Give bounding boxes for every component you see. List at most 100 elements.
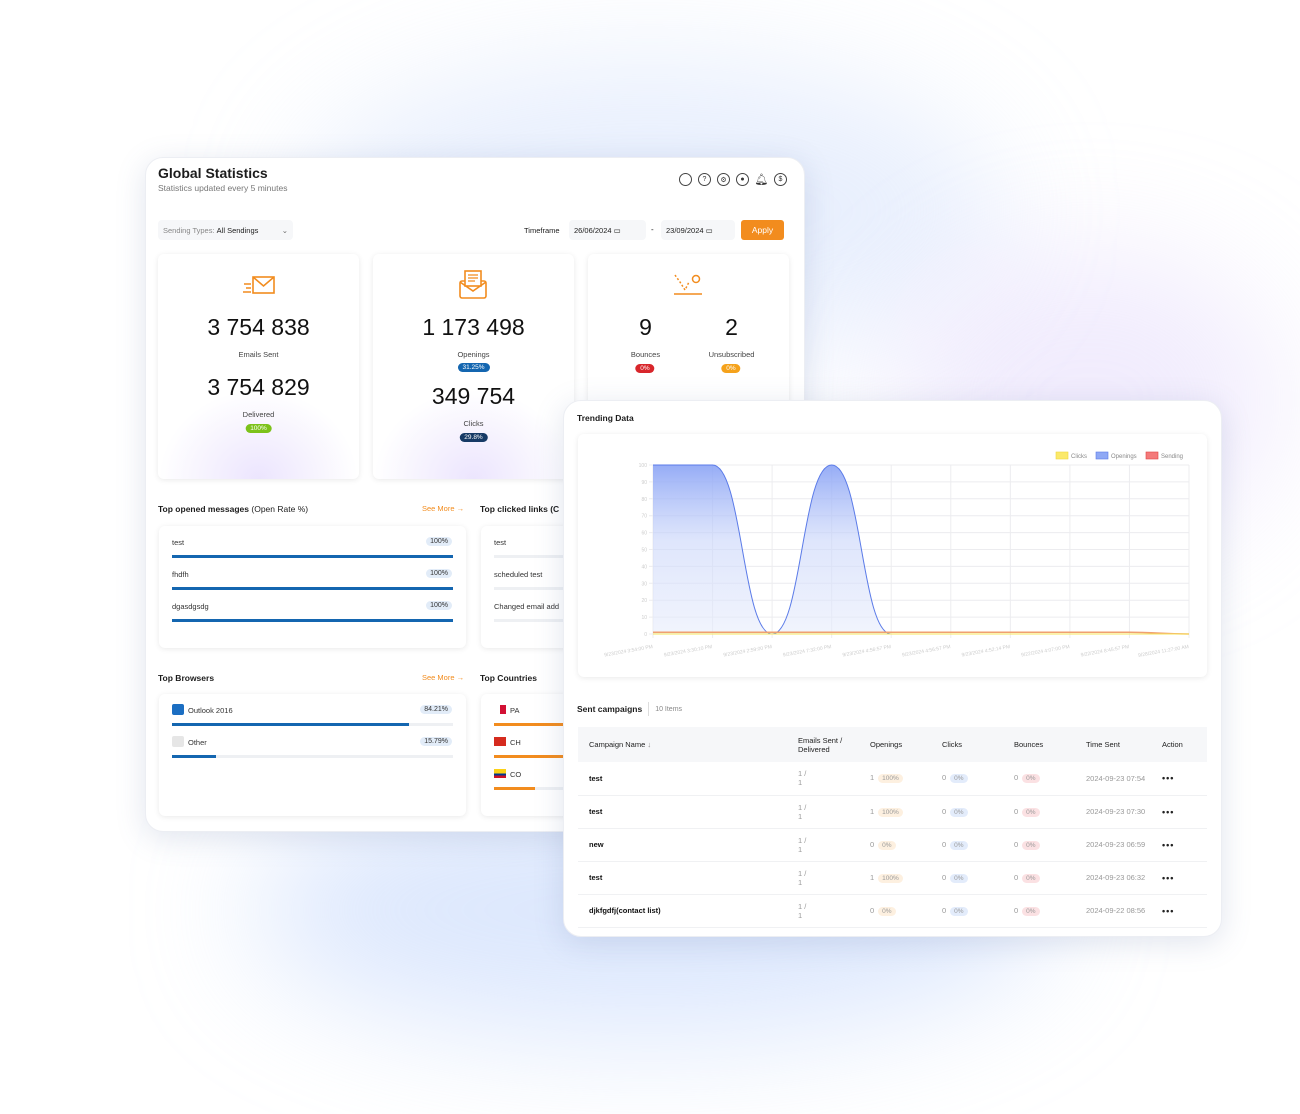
openings-count: 0 (870, 839, 875, 849)
emails-sent: 1 / (798, 802, 807, 812)
x-tick-label: 9/23/2024 3:30:10 PM (663, 644, 713, 658)
more-actions-button[interactable]: ••• (1162, 762, 1207, 796)
campaign-name[interactable]: djkfgdfj(contact list) (578, 894, 798, 928)
chevron-down-icon: ⌄ (281, 225, 288, 235)
column-openings: Openings (870, 727, 942, 762)
campaign-name[interactable]: new (578, 828, 798, 862)
list-item-label: test (172, 538, 185, 547)
bounce-icon (674, 274, 702, 295)
list-item-label: PA (510, 706, 520, 715)
x-tick-label: 9/23/2024 3:54:00 PM (604, 644, 654, 658)
table-row[interactable]: test 1 /1 1 100% 0 0% 0 0% 2024-09-23 07:54… (578, 762, 1207, 796)
more-actions-button[interactable]: ••• (1162, 861, 1207, 895)
progress-bar (172, 755, 453, 758)
emails-sent: 1 / (798, 868, 807, 878)
openings-count: 1 (870, 806, 875, 816)
apply-button[interactable]: Apply (741, 220, 784, 240)
table-row[interactable]: djkfgdfj(contact list) 1 /1 0 0% 0 0% 0 0% … (578, 894, 1207, 928)
percent-badge: 84.21% (420, 705, 452, 714)
delivered-label: Delivered (242, 410, 275, 419)
date-to-input[interactable]: 23/09/2024 ▭ (661, 220, 735, 240)
y-tick-label: 90 (641, 480, 647, 486)
bounces-count: 0 (1014, 773, 1019, 783)
x-tick-label: 9/23/2024 2:59:00 PM (723, 644, 773, 658)
column-bounces: Bounces (1014, 727, 1086, 762)
bounces-count: 0 (1014, 839, 1019, 849)
delivered-value: 3 754 829 (207, 374, 310, 400)
column-campaign-name[interactable]: Campaign Name ↓ (578, 727, 798, 762)
legend-label-sending: Sending (1161, 454, 1183, 460)
bounces-pct: 0% (1022, 774, 1040, 784)
campaign-name[interactable]: test (578, 795, 798, 829)
see-more-label: See More (422, 504, 455, 513)
sending-types-label: Sending Types: (163, 225, 215, 235)
y-tick-label: 70 (641, 514, 647, 520)
user-icon[interactable]: ● (736, 173, 749, 186)
openings-pct: 0% (878, 840, 896, 850)
list-item-label: Changed email add (494, 602, 560, 611)
top-browsers-see-more-link[interactable]: See More → (422, 673, 464, 682)
flag-icon (494, 705, 506, 714)
list-item-label: Outlook 2016 (188, 706, 233, 715)
progress-bar (172, 619, 453, 622)
unsubscribed-label: Unsubscribed (708, 350, 755, 359)
sent-campaigns-header: Sent campaigns 10 Items (577, 702, 682, 716)
openings-card: 1 173 498 Openings 31.25% 349 754 Clicks… (373, 254, 574, 479)
column-time-sent: Time Sent (1086, 727, 1162, 762)
x-tick-label: 9/23/2024 4:56:57 PM (842, 644, 892, 658)
calendar-icon: ▭ (705, 225, 713, 235)
trending-panel: Trending Data 0 10 20 30 40 50 60 70 80 90 100 9/23… (563, 400, 1222, 937)
clicks-pct: 0% (950, 906, 968, 916)
openings-label: Openings (457, 350, 490, 359)
campaign-name[interactable]: test (578, 762, 798, 796)
top-opened-see-more-link[interactable]: See More → (422, 504, 464, 513)
top-opened-title-suffix: (Open Rate %) (251, 504, 309, 514)
flag-icon (494, 737, 506, 746)
more-actions-button[interactable]: ••• (1162, 795, 1207, 829)
clicks-count: 0 (942, 839, 947, 849)
browser-generic-icon (172, 736, 184, 747)
y-tick-label: 80 (641, 497, 647, 503)
clicks-badge: 29.8% (459, 433, 488, 442)
bell-icon[interactable]: 🔔︎ (755, 173, 769, 186)
settings-icon[interactable]: ⚙ (717, 173, 730, 186)
date-from-input[interactable]: 26/06/2024 ▭ (569, 220, 646, 240)
list-item-label: Other (188, 738, 207, 747)
progress-bar (172, 587, 453, 590)
x-tick-label: 9/23/2024 4:56:57 PM (902, 644, 952, 658)
sending-types-value: All Sendings (216, 225, 259, 235)
y-tick-label: 0 (644, 632, 647, 638)
unsubscribed-badge: 0% (721, 364, 741, 373)
page-title: Global Statistics (158, 165, 268, 181)
list-item-label: CO (510, 770, 522, 779)
openings-pct: 100% (878, 807, 903, 817)
y-tick-label: 40 (641, 564, 647, 570)
x-tick-label: 9/28/2024 11:27:00 AM (1138, 644, 1190, 659)
dollar-icon[interactable]: $ (774, 173, 787, 186)
trending-chart-card: 0 10 20 30 40 50 60 70 80 90 100 9/23/2024 3:54:00 … (578, 434, 1207, 677)
table-row[interactable]: test 1 /1 1 100% 0 0% 0 0% 2024-09-23 06:32… (578, 861, 1207, 895)
trending-chart: 0 10 20 30 40 50 60 70 80 90 100 9/23/2024 3:54:00 … (604, 451, 1190, 659)
more-actions-button[interactable]: ••• (1162, 894, 1207, 928)
send-mail-icon (243, 276, 275, 294)
top-countries-title: Top Countries (480, 673, 537, 683)
more-actions-button[interactable]: ••• (1162, 828, 1207, 862)
top-browsers-title: Top Browsers (158, 673, 215, 683)
bounces-pct: 0% (1022, 873, 1040, 883)
sending-types-select[interactable]: Sending Types: All Sendings ⌄ (158, 220, 293, 240)
clicks-count: 0 (942, 905, 947, 915)
progress-bar (172, 723, 453, 726)
top-browsers-card: Outlook 2016 84.21% Other 15.79% (159, 694, 466, 816)
help-icon[interactable]: ? (698, 173, 711, 186)
campaign-name[interactable]: test (578, 861, 798, 895)
table-row[interactable]: test 1 /1 1 100% 0 0% 0 0% 2024-09-23 07:30… (578, 795, 1207, 829)
search-icon[interactable] (679, 173, 692, 186)
table-row[interactable]: new 1 /1 0 0% 0 0% 0 0% 2024-09-23 06:59 ••… (578, 828, 1207, 862)
column-emails-sent: Emails Sent / Delivered (798, 727, 870, 762)
emails-sent: 1 / (798, 901, 807, 911)
time-sent: 2024-09-23 06:32 (1086, 861, 1162, 895)
unsubscribed-value: 2 (725, 314, 738, 340)
sort-arrow-icon[interactable]: ↓ (647, 740, 651, 749)
clicks-count: 0 (942, 773, 947, 783)
clicks-value: 349 754 (431, 383, 516, 409)
